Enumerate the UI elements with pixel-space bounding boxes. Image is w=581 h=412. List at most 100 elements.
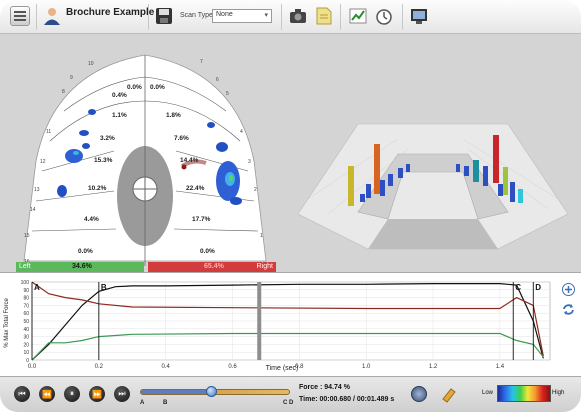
right-percent: 65.4% — [204, 263, 224, 270]
scan-type-label: Scan Type: — [180, 12, 215, 19]
tooth-force-label: 1.1% — [112, 112, 127, 119]
zoom-in-icon[interactable] — [562, 283, 575, 296]
y-tick-label: 30 — [23, 335, 29, 341]
tooth-number: 6 — [216, 77, 219, 83]
tooth-force-label: 0.4% — [112, 92, 127, 99]
skip-to-start-icon[interactable]: ⏮ — [14, 386, 30, 402]
tooth-number: 15 — [24, 233, 30, 239]
tooth-number: 4 — [240, 129, 243, 135]
legend-low-label: Low — [482, 390, 494, 396]
notes-icon[interactable] — [314, 6, 334, 26]
tooth-number: 10 — [88, 61, 94, 67]
marker-label-c: C — [515, 283, 521, 292]
camera-icon[interactable] — [288, 6, 308, 26]
tooth-force-label: 0.0% — [200, 248, 215, 255]
tooth-number: 8 — [62, 89, 65, 95]
tooth-force-label: 22.4% — [186, 185, 205, 192]
slider-marker-c: C — [283, 400, 288, 406]
force-readout: Force : 94.74 % — [299, 384, 350, 391]
tooth-force-label: 7.6% — [174, 135, 189, 142]
y-tick-label: 10 — [23, 350, 29, 356]
sensor-icon[interactable] — [411, 386, 427, 402]
graph-ylabel: % Max Total Force — [4, 298, 10, 348]
report-icon[interactable] — [409, 6, 429, 26]
tooth-number: 13 — [34, 187, 40, 193]
tooth-force-label: 14.4% — [180, 157, 199, 164]
tooth-force-label: 0.0% — [78, 248, 93, 255]
force-time-chart[interactable]: % Max Total Force Time (sec) 01020304050… — [0, 273, 581, 377]
dental-arch-2d-view[interactable]: 0.0% 0.4% 1.1% 3.2% 15.3% 10.2% 4.4% 0.0… — [14, 41, 276, 266]
graph-xlabel: Time (sec) — [266, 365, 299, 372]
tooth-force-label: 0.0% — [127, 84, 142, 91]
left-label: Left — [19, 263, 31, 270]
x-tick-label: 0.6 — [228, 364, 237, 370]
time-cursor[interactable] — [257, 282, 262, 360]
y-tick-label: 20 — [23, 342, 29, 348]
eraser-icon[interactable] — [440, 385, 458, 403]
timer-icon[interactable] — [374, 6, 394, 26]
slider-marker-b: B — [163, 400, 168, 406]
slider-marker-a: A — [140, 400, 145, 406]
marker-label-b: B — [101, 283, 107, 292]
y-tick-label: 80 — [23, 296, 29, 302]
toolbar-separator — [281, 4, 282, 30]
fast-forward-icon[interactable]: ⏩ — [89, 386, 105, 402]
pause-icon[interactable]: ⏸ — [64, 386, 80, 402]
tooth-force-label: 15.3% — [94, 157, 113, 164]
legend-high-label: High — [552, 390, 565, 396]
tooth-number: 9 — [70, 75, 73, 81]
marker-label-a: A — [34, 283, 40, 292]
patient-icon[interactable] — [42, 6, 62, 26]
playback-bar: ⏮ ⏪ ⏸ ⏩ ⏭ A B C D Force : 94.74 % Time: … — [0, 376, 581, 412]
tooth-number: 11 — [46, 129, 51, 135]
app-window: Brochure Example Scan Type: None ▾ 0.0% … — [0, 0, 581, 412]
tooth-number: 1 — [260, 233, 263, 239]
x-tick-label: 0.4 — [162, 364, 171, 370]
x-tick-label: 1.0 — [362, 364, 371, 370]
toolbar-separator — [36, 4, 37, 30]
dental-arch-3d-view[interactable] — [298, 94, 568, 254]
toolbar-separator — [402, 4, 403, 30]
tooth-number: 7 — [200, 59, 203, 65]
tooth-force-label: 3.2% — [100, 135, 115, 142]
menu-icon[interactable] — [10, 6, 30, 26]
left-balance-bar: Left 34.6% — [16, 262, 144, 272]
tooth-number: 5 — [226, 91, 229, 97]
playback-progress — [141, 390, 211, 394]
y-tick-label: 90 — [23, 288, 29, 294]
tooth-force-label: 1.8% — [166, 112, 181, 119]
toolbar-separator — [340, 4, 341, 30]
scan-type-value: None — [216, 11, 233, 18]
y-tick-label: 60 — [23, 311, 29, 317]
left-percent: 34.6% — [72, 263, 92, 270]
x-tick-label: 1.2 — [429, 364, 438, 370]
force-time-graph[interactable]: % Max Total Force Time (sec) 0 10 20 30 40 50… — [0, 272, 581, 376]
workspace: 0.0% 0.4% 1.1% 3.2% 15.3% 10.2% 4.4% 0.0… — [0, 34, 581, 272]
recording-title: Brochure Example — [66, 7, 155, 18]
chevron-down-icon: ▾ — [264, 12, 268, 19]
tooth-number: 14 — [30, 207, 36, 213]
tooth-number: 12 — [40, 159, 46, 165]
time-readout: Time: 00:00.680 / 00:01.489 s — [299, 396, 395, 403]
refresh-icon[interactable] — [562, 303, 575, 316]
right-balance-bar: 65.4% Right — [148, 262, 276, 272]
y-tick-label: 40 — [23, 327, 29, 333]
playback-slider-thumb[interactable] — [205, 386, 217, 397]
slider-marker-d: D — [289, 400, 294, 406]
x-tick-label: 0.2 — [95, 364, 104, 370]
x-tick-label: 1.4 — [496, 364, 505, 370]
x-tick-label: 0.8 — [295, 364, 304, 370]
y-tick-label: 50 — [23, 319, 29, 325]
marker-label-d: D — [535, 283, 541, 292]
skip-to-end-icon[interactable]: ⏭ — [114, 386, 130, 402]
tooth-force-label: 10.2% — [88, 185, 107, 192]
tooth-force-label: 4.4% — [84, 216, 99, 223]
right-label: Right — [256, 263, 273, 270]
force-color-scale — [497, 385, 551, 402]
toolbar-separator — [148, 4, 149, 30]
save-icon[interactable] — [154, 6, 174, 26]
scan-type-select[interactable]: None ▾ — [212, 9, 272, 23]
rewind-icon[interactable]: ⏪ — [39, 386, 55, 402]
edit-chart-icon[interactable] — [348, 6, 368, 26]
tooth-number: 2 — [254, 187, 257, 193]
